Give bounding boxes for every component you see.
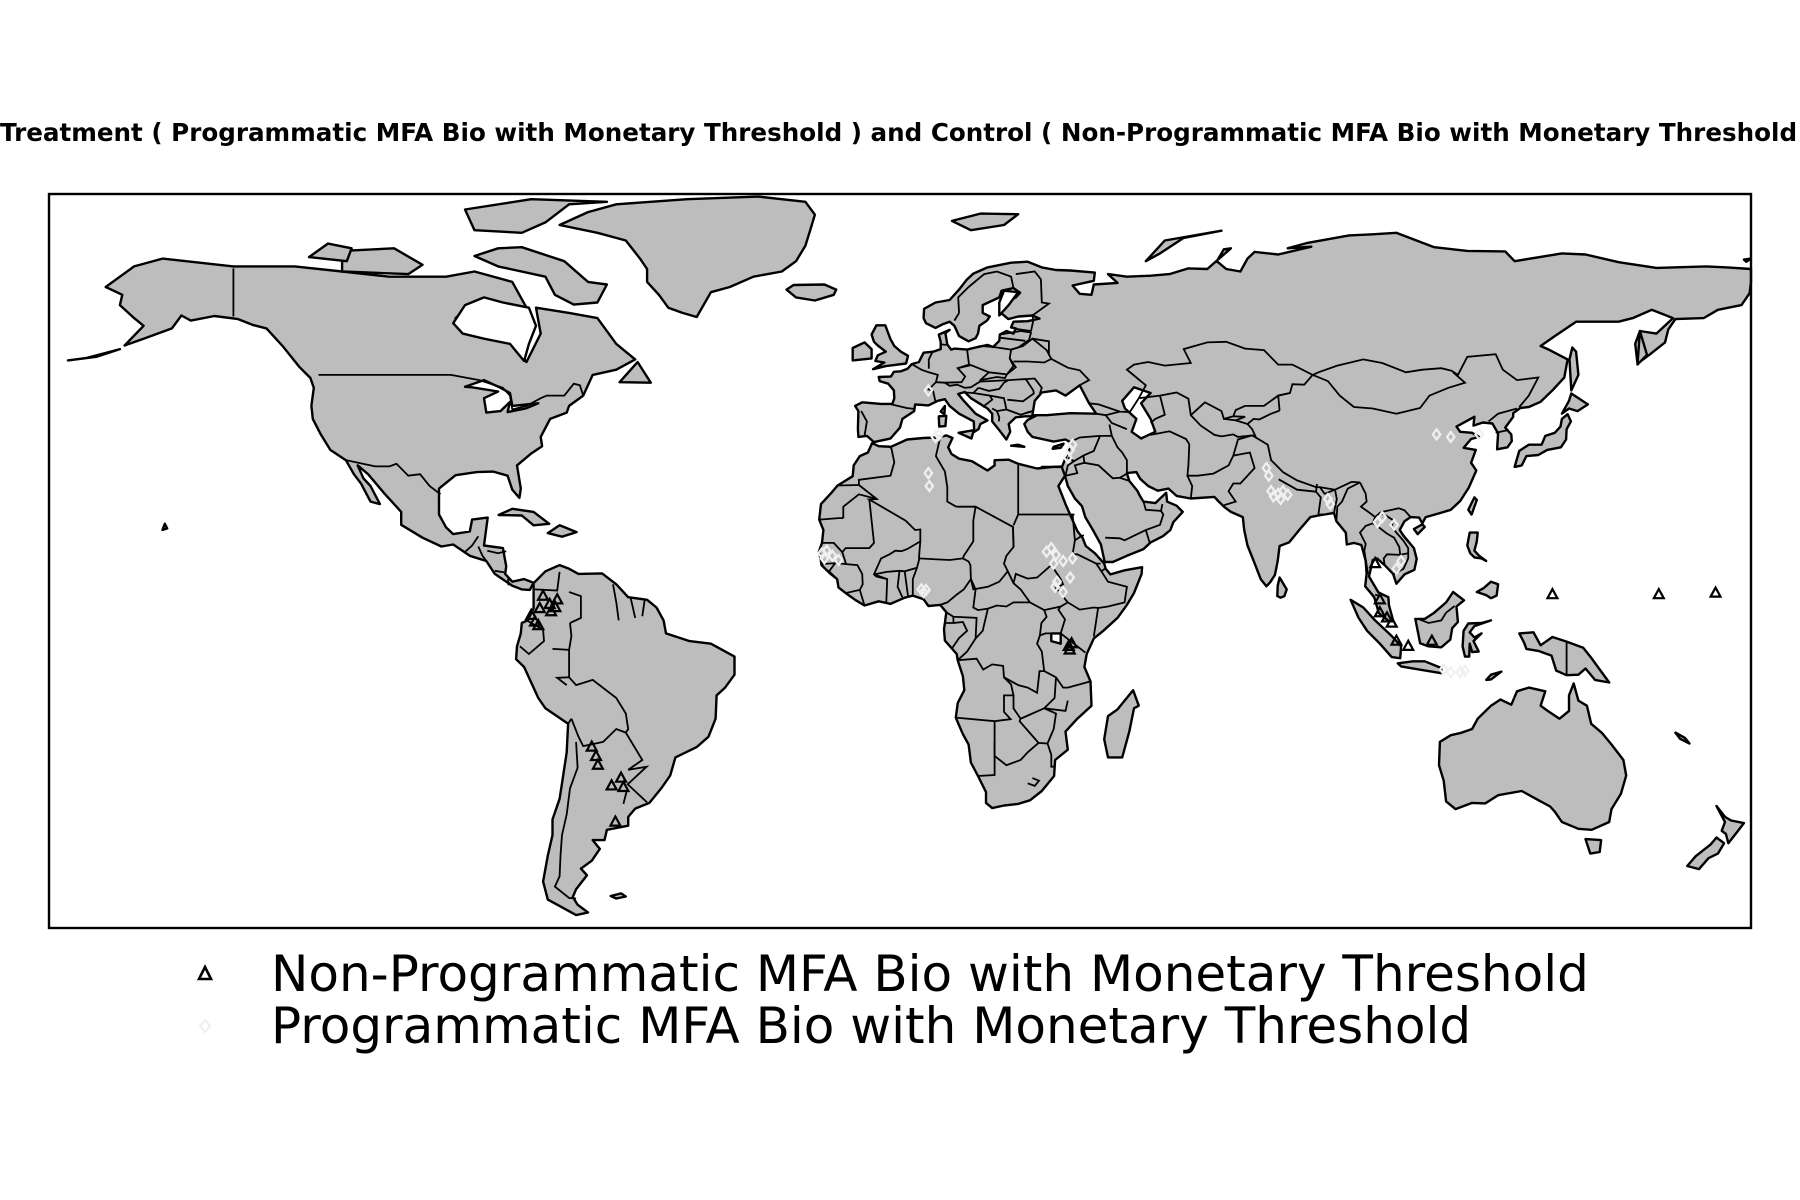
legend-item-treatment: Programmatic MFA Bio with Monetary Thres… (190, 1000, 1690, 1052)
legend-label-treatment: Programmatic MFA Bio with Monetary Thres… (271, 997, 1472, 1055)
landmass-sardinia (937, 414, 948, 428)
legend: Non-Programmatic MFA Bio with Monetary T… (190, 948, 1690, 1052)
country-border (1012, 526, 1015, 548)
country-border (940, 343, 947, 346)
landmass-crete (1009, 443, 1026, 448)
legend-label-control: Non-Programmatic MFA Bio with Monetary T… (271, 945, 1589, 1003)
legend-item-control: Non-Programmatic MFA Bio with Monetary T… (190, 948, 1690, 1000)
landmass-hawaii (161, 522, 169, 532)
country-border (837, 484, 859, 487)
water-lake-victoria (1050, 632, 1062, 645)
diamond-marker-icon (198, 1018, 212, 1034)
triangle-marker-icon (196, 964, 214, 981)
